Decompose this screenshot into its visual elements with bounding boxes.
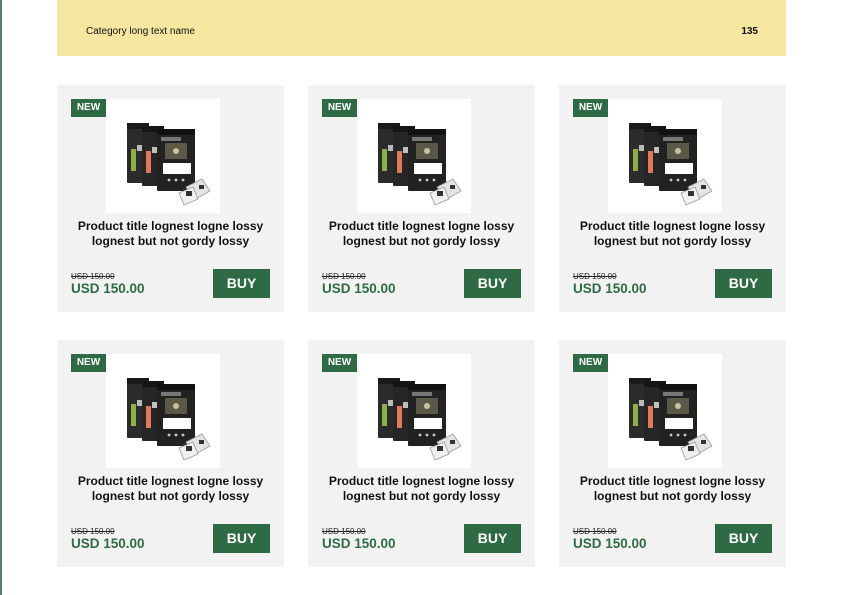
coffee-bags-icon [127,378,211,461]
buy-button[interactable]: BUY [715,524,772,553]
product-image[interactable] [357,99,471,213]
product-title-line: lognest but not gordy lossy [342,488,501,503]
old-price: USD 150.00 [71,527,115,536]
coffee-bags-icon [629,123,713,206]
product-title-line: lognest but not gordy lossy [91,233,250,248]
new-badge: NEW [71,354,106,372]
new-badge: NEW [71,99,106,117]
product-title: Product title lognest logne lossy lognes… [569,474,776,503]
old-price: USD 150.00 [573,527,617,536]
old-price: USD 150.00 [322,272,366,281]
old-price: USD 150.00 [573,272,617,281]
new-badge: NEW [322,99,357,117]
current-price: USD 150.00 [573,536,647,551]
product-image[interactable] [106,354,220,468]
product-card: NEW Product title lognest logne lossy lo… [308,340,535,567]
new-badge: NEW [573,354,608,372]
category-title: Category long text name [86,26,195,37]
product-card: NEW Product title lognest logne lossy lo… [308,85,535,312]
current-price: USD 150.00 [71,536,145,551]
page-edge-line [0,0,2,595]
product-title: Product title lognest logne lossy lognes… [67,219,274,248]
product-title-line: lognest but not gordy lossy [91,488,250,503]
coffee-bags-icon [127,123,211,206]
product-title-line: Product title lognest logne lossy [328,219,515,233]
buy-button[interactable]: BUY [213,524,270,553]
coffee-bags-icon [629,378,713,461]
category-header: Category long text name 135 [57,0,786,56]
current-price: USD 150.00 [322,536,396,551]
product-title-line: Product title lognest logne lossy [77,474,264,488]
product-card: NEW Product title lognest logne lossy lo… [57,340,284,567]
product-title: Product title lognest logne lossy lognes… [67,474,274,503]
product-image[interactable] [357,354,471,468]
buy-button[interactable]: BUY [715,269,772,298]
product-title: Product title lognest logne lossy lognes… [569,219,776,248]
new-badge: NEW [322,354,357,372]
product-image[interactable] [106,99,220,213]
buy-button[interactable]: BUY [464,524,521,553]
current-price: USD 150.00 [322,281,396,296]
product-card: NEW Product title lognest logne lossy lo… [57,85,284,312]
product-title-line: lognest but not gordy lossy [593,233,752,248]
page-number: 135 [741,26,758,37]
product-title: Product title lognest logne lossy lognes… [318,219,525,248]
coffee-bags-icon [378,123,462,206]
old-price: USD 150.00 [322,527,366,536]
product-title-line: lognest but not gordy lossy [342,233,501,248]
current-price: USD 150.00 [573,281,647,296]
product-image[interactable] [608,99,722,213]
buy-button[interactable]: BUY [464,269,521,298]
product-title-line: lognest but not gordy lossy [593,488,752,503]
product-title-line: Product title lognest logne lossy [579,474,766,488]
old-price: USD 150.00 [71,272,115,281]
product-image[interactable] [608,354,722,468]
product-title: Product title lognest logne lossy lognes… [318,474,525,503]
product-title-line: Product title lognest logne lossy [77,219,264,233]
product-card: NEW Product title lognest logne lossy lo… [559,340,786,567]
buy-button[interactable]: BUY [213,269,270,298]
current-price: USD 150.00 [71,281,145,296]
product-title-line: Product title lognest logne lossy [579,219,766,233]
product-title-line: Product title lognest logne lossy [328,474,515,488]
product-card: NEW Product title lognest logne lossy lo… [559,85,786,312]
coffee-bags-icon [378,378,462,461]
new-badge: NEW [573,99,608,117]
